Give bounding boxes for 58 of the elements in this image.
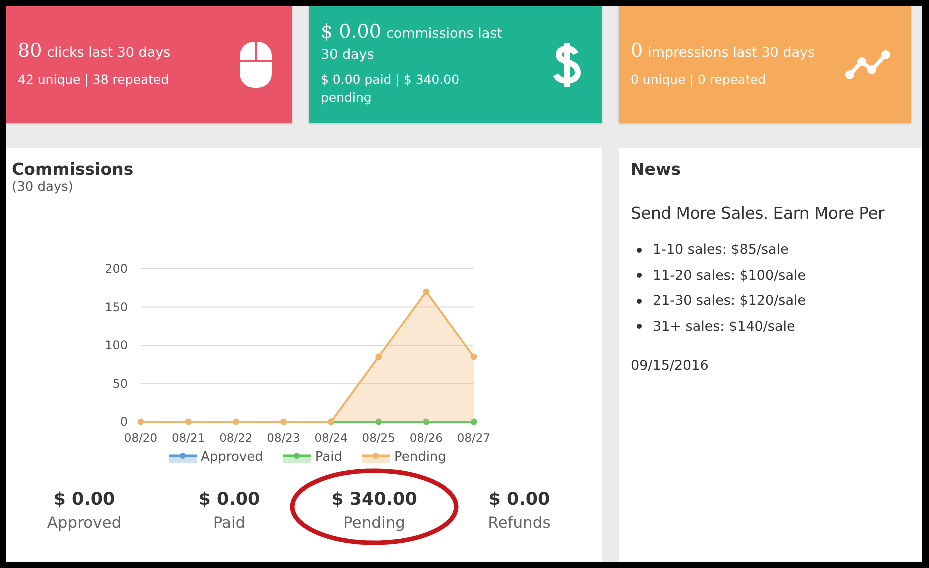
stat-headline: 0 impressions last 30 days <box>631 40 816 63</box>
data-point <box>470 418 478 426</box>
axis-label: 08/25 <box>362 431 396 445</box>
data-point <box>470 354 478 360</box>
stat-detail: 0 unique | 0 repeated <box>631 70 768 89</box>
axis-label: 08/21 <box>172 431 206 445</box>
legend-swatch-icon <box>283 451 312 463</box>
summary-amount: $ 0.00 <box>488 490 550 510</box>
summary-amount: $ 0.00 <box>54 490 116 510</box>
data-point <box>423 288 430 296</box>
data-point <box>376 418 382 426</box>
panel-subtitle: (30 days) <box>12 180 75 196</box>
axis-label: 0 <box>120 415 128 429</box>
news-date: 09/15/2016 <box>631 358 710 374</box>
news-list-item: 21-30 sales: $120/sale <box>653 292 806 310</box>
bullet-icon <box>637 273 642 278</box>
data-point <box>185 418 192 426</box>
legend-swatch-icon <box>362 451 390 463</box>
axis-label: 08/22 <box>220 431 253 445</box>
legend-label: Approved <box>201 450 264 464</box>
legend-swatch-icon <box>169 451 197 463</box>
axis-label: 08/24 <box>314 431 348 445</box>
bullet-icon <box>637 298 642 304</box>
mouse-icon <box>240 42 272 88</box>
data-point <box>138 418 144 426</box>
legend-label: Pending <box>394 450 446 464</box>
news-list-item: 1-10 sales: $85/sale <box>653 241 789 260</box>
line-chart-icon <box>845 50 891 80</box>
stat-detail: 42 unique | 38 repeated <box>18 70 170 89</box>
axis-label: 08/23 <box>267 431 300 445</box>
news-list-item: 31+ sales: $140/sale <box>653 318 796 336</box>
legend-label: Paid <box>315 450 342 464</box>
axis-label: 100 <box>105 338 128 352</box>
axis-label: 200 <box>105 262 128 276</box>
summary-label: Approved <box>47 514 122 532</box>
stat-detail: $ 0.00 paid | $ 340.00 pending <box>321 71 461 108</box>
data-point <box>376 354 382 360</box>
bullet-icon <box>637 248 642 253</box>
summary-label: Refunds <box>488 514 551 532</box>
data-point <box>280 418 287 426</box>
summary-label: Pending <box>344 514 406 532</box>
news-headline: Send More Sales. Earn More Per <box>631 204 886 223</box>
news-list-item: 11-20 sales: $100/sale <box>653 266 806 285</box>
axis-label: 08/26 <box>410 431 443 445</box>
summary-label: Paid <box>213 514 246 532</box>
summary-amount: $ 340.00 <box>332 490 418 510</box>
axis-label: 150 <box>105 300 128 314</box>
bullet-icon <box>637 324 642 330</box>
panel-title: News <box>631 160 682 180</box>
axis-label: 50 <box>112 376 128 391</box>
panel-title: Commissions <box>12 160 135 180</box>
summary-amount: $ 0.00 <box>198 490 260 510</box>
axis-label: 08/27 <box>457 431 491 445</box>
axis-label: 08/20 <box>124 431 158 445</box>
stat-headline: 80 clicks last 30 days <box>18 40 171 63</box>
data-point <box>423 418 430 426</box>
data-point <box>232 418 240 426</box>
stat-headline: $ 0.00 commissions last 30 days <box>321 21 504 64</box>
